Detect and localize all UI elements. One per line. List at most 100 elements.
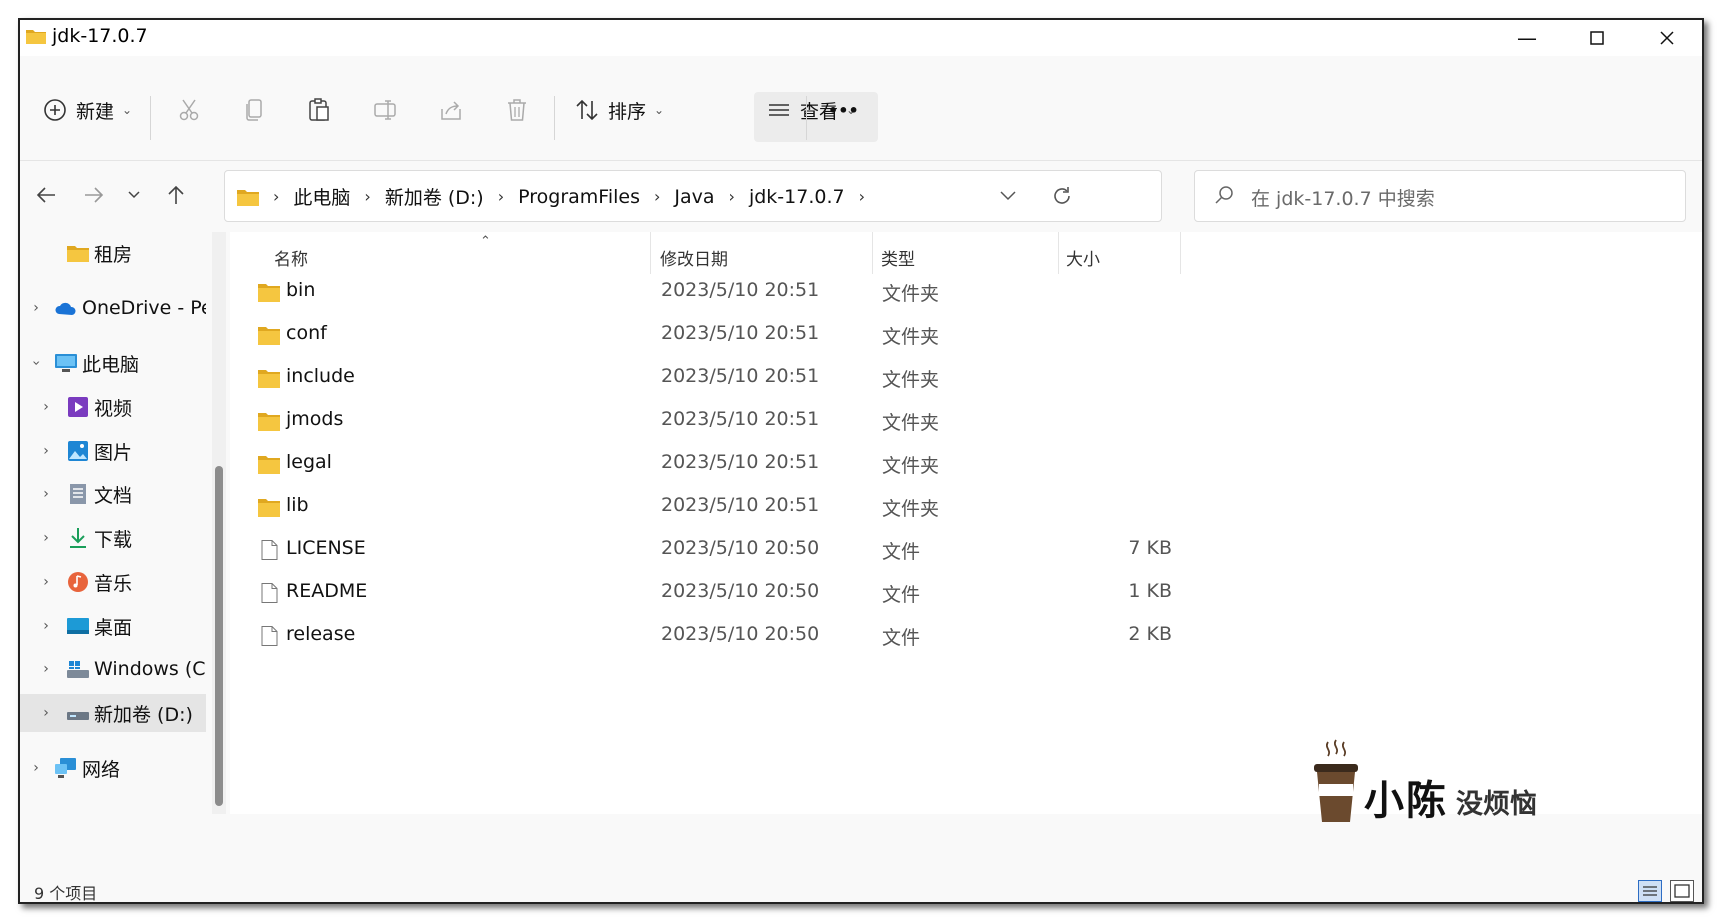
new-button[interactable]: 新建 ⌄ [42, 92, 132, 128]
file-row[interactable]: legal 2023/5/10 20:51 文件夹 [250, 442, 1250, 485]
sidebar-item-videos[interactable]: › 视频 [20, 388, 206, 426]
file-row[interactable]: lib 2023/5/10 20:51 文件夹 [250, 485, 1250, 528]
column-header-name[interactable]: 名称 [274, 242, 308, 272]
command-bar: 新建 ⌄ 排序 ⌄ 查看 ⌄ ••• [20, 60, 1702, 160]
sidebar-item-drive-c[interactable]: › Windows (C:) [20, 650, 206, 688]
chevron-right-icon[interactable]: › [38, 574, 54, 590]
file-icon [258, 540, 280, 560]
address-bar[interactable]: › 此电脑 › 新加卷 (D:) › ProgramFiles › Java ›… [224, 170, 1162, 222]
folder-icon [258, 497, 280, 517]
sidebar-item-documents[interactable]: › 文档 [20, 475, 206, 513]
sort-button[interactable]: 排序 ⌄ [574, 92, 664, 128]
chevron-right-icon[interactable]: › [38, 486, 54, 502]
sidebar-item-this-pc[interactable]: › 此电脑 [20, 344, 206, 382]
chevron-right-icon[interactable]: › [654, 187, 660, 206]
chevron-down-icon[interactable]: › [28, 355, 44, 371]
folder-icon [258, 411, 280, 431]
chevron-right-icon[interactable]: › [38, 443, 54, 459]
file-row[interactable]: README 2023/5/10 20:50 文件 1 KB [250, 571, 1250, 614]
file-name: bin [286, 279, 316, 301]
column-divider[interactable] [1180, 232, 1181, 274]
file-row[interactable]: LICENSE 2023/5/10 20:50 文件 7 KB [250, 528, 1250, 571]
sidebar-item-label: 视频 [94, 397, 133, 420]
sidebar-item-label: Windows (C:) [94, 658, 206, 680]
file-type: 文件夹 [882, 283, 940, 305]
tiles-view-button[interactable] [1670, 880, 1694, 902]
file-name: conf [286, 322, 327, 344]
file-row[interactable]: include 2023/5/10 20:51 文件夹 [250, 356, 1250, 399]
chevron-right-icon[interactable]: › [38, 661, 54, 677]
rename-icon [374, 100, 396, 120]
chevron-right-icon[interactable]: › [498, 187, 504, 206]
file-row[interactable]: jmods 2023/5/10 20:51 文件夹 [250, 399, 1250, 442]
more-options-button[interactable]: ••• [828, 92, 859, 128]
file-row[interactable]: release 2023/5/10 20:50 文件 2 KB [250, 614, 1250, 657]
breadcrumb-item[interactable]: 此电脑 [293, 183, 350, 210]
column-divider[interactable] [1058, 232, 1059, 274]
file-name: include [286, 365, 355, 387]
chevron-right-icon[interactable]: › [38, 618, 54, 634]
chevron-right-icon[interactable]: › [28, 760, 44, 776]
share-button[interactable] [438, 92, 464, 128]
file-type: 文件夹 [882, 412, 940, 434]
breadcrumb-item[interactable]: ProgramFiles [518, 186, 640, 208]
sidebar-item-rent-folder[interactable]: 租房 [20, 234, 206, 272]
file-row[interactable]: bin 2023/5/10 20:51 文件夹 [250, 270, 1250, 313]
minimize-button[interactable]: — [1492, 20, 1562, 56]
paste-button[interactable] [306, 92, 332, 128]
chevron-right-icon[interactable]: › [364, 187, 370, 206]
plus-circle-icon [44, 99, 66, 121]
scrollbar-thumb[interactable] [215, 466, 223, 806]
column-header-type[interactable]: 类型 [881, 242, 915, 272]
chevron-right-icon[interactable]: › [38, 705, 54, 721]
forward-button[interactable] [76, 177, 112, 213]
back-button[interactable] [28, 177, 64, 213]
recent-locations-button[interactable] [116, 177, 152, 213]
chevron-right-icon[interactable]: › [28, 300, 44, 316]
sidebar-item-drive-d[interactable]: › 新加卷 (D:) [20, 694, 206, 732]
status-bar: 9 个项目 [20, 878, 1702, 902]
column-divider[interactable] [872, 232, 873, 274]
sidebar-item-downloads[interactable]: › 下载 [20, 519, 206, 557]
desktop-icon [67, 618, 89, 634]
refresh-button[interactable] [1047, 181, 1077, 211]
sidebar-item-label: 图片 [94, 441, 133, 464]
rename-button[interactable] [372, 92, 398, 128]
file-row[interactable]: conf 2023/5/10 20:51 文件夹 [250, 313, 1250, 356]
chevron-right-icon[interactable]: › [729, 187, 735, 206]
details-view-button[interactable] [1638, 880, 1662, 902]
search-box[interactable]: 在 jdk-17.0.7 中搜索 [1194, 170, 1686, 222]
file-type: 文件夹 [882, 498, 940, 520]
sidebar-item-music[interactable]: › 音乐 [20, 563, 206, 601]
file-type: 文件夹 [882, 455, 940, 477]
chevron-right-icon[interactable]: › [38, 399, 54, 415]
copy-button[interactable] [242, 92, 268, 128]
sort-label: 排序 [608, 100, 647, 123]
sidebar-scrollbar[interactable] [212, 232, 226, 814]
column-divider[interactable] [650, 232, 651, 274]
chevron-right-icon[interactable]: › [859, 187, 865, 206]
chevron-down-icon [1000, 191, 1016, 201]
delete-button[interactable] [504, 92, 530, 128]
watermark-name: 小陈 [1364, 778, 1448, 824]
window-title: jdk-17.0.7 [52, 25, 148, 47]
sidebar-item-pictures[interactable]: › 图片 [20, 432, 206, 470]
chevron-down-icon: ⌄ [654, 103, 665, 117]
column-header-date[interactable]: 修改日期 [660, 242, 728, 272]
navigation-pane: 租房 › OneDrive - Pers › 此电脑 › 视频 › 图片 › 文… [20, 232, 206, 814]
chevron-right-icon[interactable]: › [38, 530, 54, 546]
column-header-size[interactable]: 大小 [1066, 242, 1100, 272]
sidebar-item-network[interactable]: › 网络 [20, 749, 206, 787]
maximize-button[interactable] [1562, 20, 1632, 56]
cut-button[interactable] [176, 92, 202, 128]
close-button[interactable] [1632, 20, 1702, 56]
file-explorer-window: jdk-17.0.7 — 新建 ⌄ 排序 ⌄ 查看 ⌄ ••• › 此电脑 › … [18, 18, 1704, 904]
address-history-button[interactable] [993, 181, 1023, 211]
sidebar-item-desktop[interactable]: › 桌面 [20, 607, 206, 645]
sidebar-item-onedrive[interactable]: › OneDrive - Pers [20, 289, 206, 327]
breadcrumb-item[interactable]: Java [674, 186, 714, 208]
up-button[interactable] [158, 177, 194, 213]
breadcrumb-item[interactable]: jdk-17.0.7 [749, 186, 845, 208]
file-type: 文件 [882, 627, 921, 649]
breadcrumb-item[interactable]: 新加卷 (D:) [385, 183, 484, 210]
